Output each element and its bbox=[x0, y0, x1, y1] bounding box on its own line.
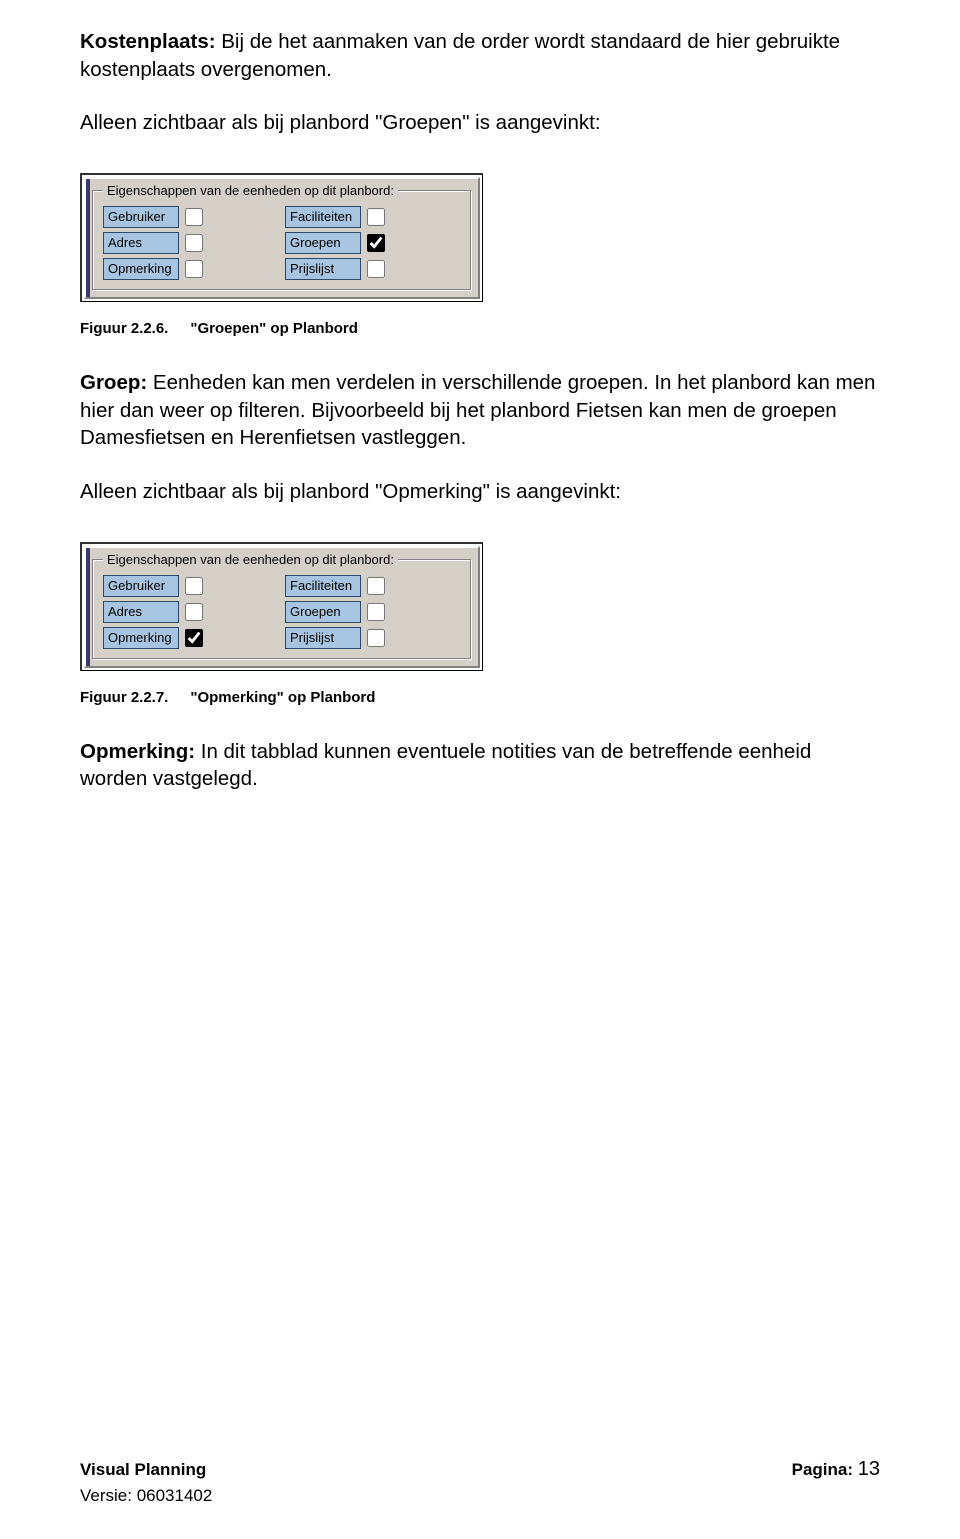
figure-227-title: "Opmerking" op Planbord bbox=[190, 689, 375, 706]
label-prijslijst: Prijslijst bbox=[285, 627, 361, 649]
paragraph-intro-groepen: Alleen zichtbaar als bij planbord "Groep… bbox=[80, 109, 880, 137]
figure-227-number: Figuur 2.2.7. bbox=[80, 689, 168, 706]
checkbox-gebruiker[interactable] bbox=[185, 577, 203, 595]
window-accent-bar bbox=[86, 179, 90, 297]
checkbox-prijslijst[interactable] bbox=[367, 260, 385, 278]
kostenplaats-label: Kostenplaats: bbox=[80, 30, 216, 53]
checkbox-faciliteiten[interactable] bbox=[367, 577, 385, 595]
figure-caption-226: Figuur 2.2.6. "Groepen" op Planbord bbox=[80, 320, 880, 337]
label-gebruiker: Gebruiker bbox=[103, 206, 179, 228]
document-page: Kostenplaats: Bij de het aanmaken van de… bbox=[0, 0, 960, 1539]
label-opmerking: Opmerking bbox=[103, 258, 179, 280]
label-groepen: Groepen bbox=[285, 601, 361, 623]
footer-page-number: 13 bbox=[858, 1458, 880, 1480]
checkbox-opmerking[interactable] bbox=[185, 260, 203, 278]
label-faciliteiten: Faciliteiten bbox=[285, 575, 361, 597]
footer-product: Visual Planning bbox=[80, 1458, 206, 1483]
label-gebruiker: Gebruiker bbox=[103, 575, 179, 597]
groep-text: Eenheden kan men verdelen in verschillen… bbox=[80, 371, 875, 449]
paragraph-kostenplaats: Kostenplaats: Bij de het aanmaken van de… bbox=[80, 28, 880, 83]
label-adres: Adres bbox=[103, 601, 179, 623]
checkbox-prijslijst[interactable] bbox=[367, 629, 385, 647]
checkbox-adres[interactable] bbox=[185, 234, 203, 252]
figure-caption-227: Figuur 2.2.7. "Opmerking" op Planbord bbox=[80, 689, 880, 706]
checkbox-adres[interactable] bbox=[185, 603, 203, 621]
groupbox-eigenschappen: Eigenschappen van de eenheden op dit pla… bbox=[92, 552, 472, 660]
label-prijslijst: Prijslijst bbox=[285, 258, 361, 280]
checkbox-groepen[interactable] bbox=[367, 603, 385, 621]
label-opmerking: Opmerking bbox=[103, 627, 179, 649]
window-accent-bar bbox=[86, 548, 90, 666]
footer-version: Versie: 06031402 bbox=[80, 1484, 880, 1509]
paragraph-opmerking: Opmerking: In dit tabblad kunnen eventue… bbox=[80, 738, 880, 793]
footer-page: Pagina: 13 bbox=[792, 1455, 880, 1484]
checkbox-gebruiker[interactable] bbox=[185, 208, 203, 226]
groupbox-legend: Eigenschappen van de eenheden op dit pla… bbox=[103, 183, 398, 198]
checkbox-groepen[interactable] bbox=[367, 234, 385, 252]
groupbox-eigenschappen: Eigenschappen van de eenheden op dit pla… bbox=[92, 183, 472, 291]
footer-page-label: Pagina: bbox=[792, 1460, 858, 1479]
groep-label: Groep: bbox=[80, 371, 147, 394]
opmerking-label: Opmerking: bbox=[80, 740, 195, 763]
figure-226-number: Figuur 2.2.6. bbox=[80, 320, 168, 337]
screenshot-groepen: Eigenschappen van de eenheden op dit pla… bbox=[80, 173, 490, 302]
paragraph-intro-opmerking: Alleen zichtbaar als bij planbord "Opmer… bbox=[80, 478, 880, 506]
label-faciliteiten: Faciliteiten bbox=[285, 206, 361, 228]
label-groepen: Groepen bbox=[285, 232, 361, 254]
figure-226-title: "Groepen" op Planbord bbox=[190, 320, 358, 337]
screenshot-opmerking: Eigenschappen van de eenheden op dit pla… bbox=[80, 542, 490, 671]
page-footer: Visual Planning Pagina: 13 Versie: 06031… bbox=[80, 1455, 880, 1509]
checkbox-faciliteiten[interactable] bbox=[367, 208, 385, 226]
checkbox-opmerking[interactable] bbox=[185, 629, 203, 647]
paragraph-groep: Groep: Eenheden kan men verdelen in vers… bbox=[80, 369, 880, 452]
groupbox-legend: Eigenschappen van de eenheden op dit pla… bbox=[103, 552, 398, 567]
label-adres: Adres bbox=[103, 232, 179, 254]
